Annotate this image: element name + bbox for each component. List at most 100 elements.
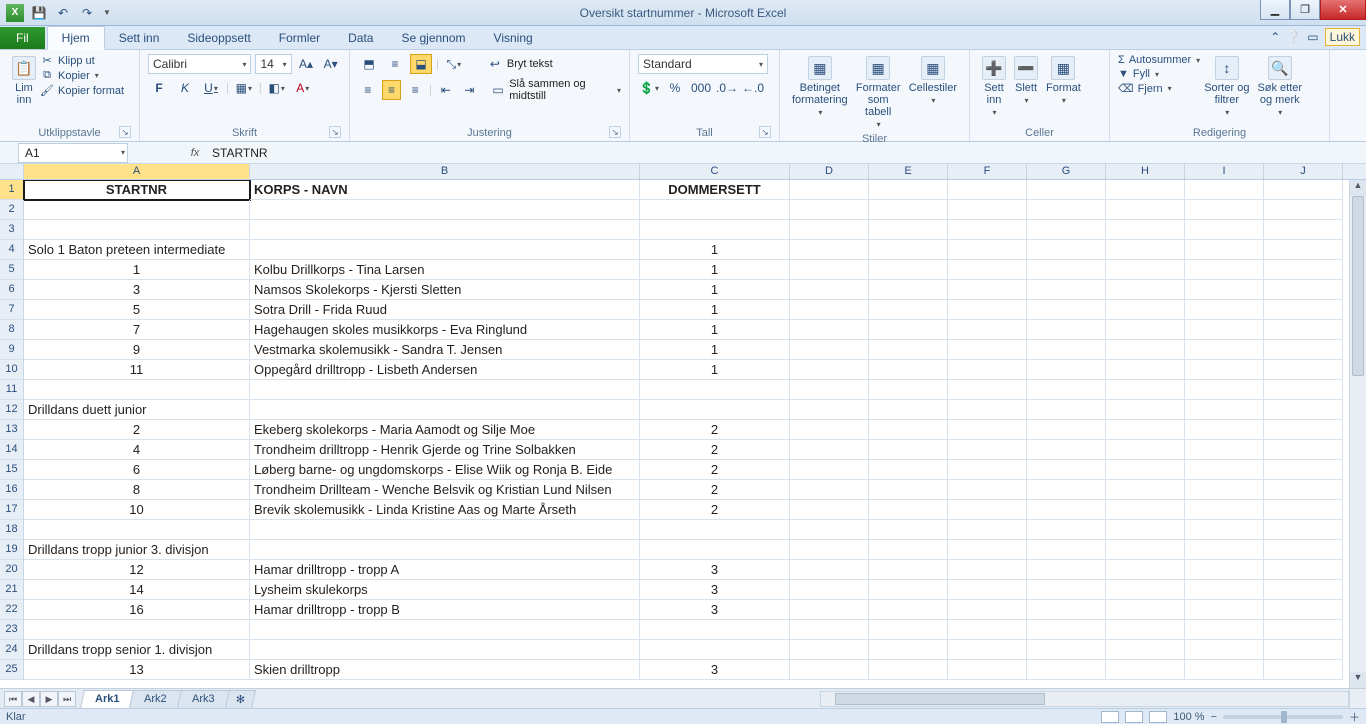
cell[interactable]	[869, 260, 948, 280]
maximize-button[interactable]	[1290, 0, 1320, 20]
decrease-decimal-icon[interactable]: ←.0	[742, 78, 764, 98]
row-header[interactable]: 20	[0, 560, 24, 580]
cell[interactable]	[869, 500, 948, 520]
cell[interactable]	[790, 400, 869, 420]
merge-center-button[interactable]: Slå sammen og midtstill	[509, 78, 612, 102]
sheet-nav-last[interactable]: ⏭	[58, 691, 76, 707]
cell[interactable]: 1	[24, 260, 250, 280]
row-header[interactable]: 16	[0, 480, 24, 500]
align-center-icon[interactable]: ≡	[382, 80, 402, 100]
cell[interactable]	[1185, 560, 1264, 580]
cell[interactable]	[790, 540, 869, 560]
cell[interactable]	[948, 360, 1027, 380]
cell[interactable]	[1027, 560, 1106, 580]
row-header[interactable]: 24	[0, 640, 24, 660]
row-header[interactable]: 13	[0, 420, 24, 440]
cell[interactable]: 9	[24, 340, 250, 360]
cell[interactable]	[250, 520, 640, 540]
cell[interactable]: Trondheim drilltropp - Henrik Gjerde og …	[250, 440, 640, 460]
format-cells-button[interactable]: ▦Format▾	[1042, 54, 1085, 119]
cell[interactable]: Brevik skolemusikk - Linda Kristine Aas …	[250, 500, 640, 520]
cell[interactable]	[869, 460, 948, 480]
align-top-icon[interactable]: ⬒	[358, 54, 380, 74]
cell[interactable]: 12	[24, 560, 250, 580]
row-header[interactable]: 14	[0, 440, 24, 460]
cell[interactable]	[250, 220, 640, 240]
cell[interactable]	[869, 400, 948, 420]
row-header[interactable]: 22	[0, 600, 24, 620]
cell[interactable]	[1106, 280, 1185, 300]
cell[interactable]: 3	[640, 560, 790, 580]
cell[interactable]	[948, 480, 1027, 500]
cell[interactable]: 2	[640, 480, 790, 500]
tab-formulas[interactable]: Formler	[265, 27, 334, 49]
cell[interactable]: 2	[24, 420, 250, 440]
cell[interactable]	[790, 480, 869, 500]
cell[interactable]	[640, 400, 790, 420]
cell[interactable]	[790, 520, 869, 540]
font-name-combo[interactable]: Calibri▾	[148, 54, 251, 74]
cell[interactable]: 3	[24, 280, 250, 300]
cell[interactable]	[948, 320, 1027, 340]
cell[interactable]: 5	[24, 300, 250, 320]
row-header[interactable]: 1	[0, 180, 24, 200]
cell[interactable]: 3	[640, 600, 790, 620]
cell[interactable]: 3	[640, 580, 790, 600]
cell[interactable]	[869, 360, 948, 380]
cell[interactable]	[640, 640, 790, 660]
row-header[interactable]: 19	[0, 540, 24, 560]
clipboard-dialog-launcher[interactable]: ↘	[119, 126, 131, 138]
cell[interactable]: 3	[640, 660, 790, 680]
cell[interactable]	[790, 640, 869, 660]
col-header-d[interactable]: D	[790, 164, 869, 179]
hscroll-thumb[interactable]	[835, 693, 1045, 705]
name-box[interactable]: A1▾	[18, 143, 128, 163]
border-button[interactable]: ▦▾	[233, 78, 255, 98]
cell[interactable]	[1185, 300, 1264, 320]
row-header[interactable]: 5	[0, 260, 24, 280]
cell[interactable]	[1185, 460, 1264, 480]
cell[interactable]	[790, 460, 869, 480]
cell[interactable]	[250, 240, 640, 260]
cell[interactable]	[1185, 320, 1264, 340]
scroll-down-icon[interactable]: ▼	[1350, 672, 1366, 688]
row-header[interactable]: 23	[0, 620, 24, 640]
cell[interactable]: Ekeberg skolekorps - Maria Aamodt og Sil…	[250, 420, 640, 440]
cell[interactable]	[1185, 220, 1264, 240]
cell[interactable]	[948, 220, 1027, 240]
number-format-combo[interactable]: Standard▾	[638, 54, 768, 74]
cell[interactable]	[1264, 360, 1343, 380]
align-right-icon[interactable]: ≡	[405, 80, 425, 100]
row-header[interactable]: 8	[0, 320, 24, 340]
cell[interactable]	[1185, 340, 1264, 360]
cell[interactable]	[948, 440, 1027, 460]
sheet-nav-prev[interactable]: ◀	[22, 691, 40, 707]
cell[interactable]	[948, 240, 1027, 260]
sort-filter-button[interactable]: ↕Sorter og filtrer▾	[1200, 54, 1253, 119]
cell[interactable]	[1027, 360, 1106, 380]
cell[interactable]	[1106, 520, 1185, 540]
cell[interactable]	[948, 280, 1027, 300]
cell[interactable]	[790, 660, 869, 680]
cell[interactable]	[640, 380, 790, 400]
cell[interactable]: Drilldans tropp senior 1. divisjon	[24, 640, 250, 660]
cell[interactable]	[869, 560, 948, 580]
cell[interactable]	[250, 400, 640, 420]
cell[interactable]	[1264, 660, 1343, 680]
view-page-break-icon[interactable]	[1149, 711, 1167, 723]
cell[interactable]	[1027, 440, 1106, 460]
row-header[interactable]: 4	[0, 240, 24, 260]
cell[interactable]: 1	[640, 320, 790, 340]
cell[interactable]: Løberg barne- og ungdomskorps - Elise Wi…	[250, 460, 640, 480]
cell[interactable]	[948, 300, 1027, 320]
cell[interactable]: Trondheim Drillteam - Wenche Belsvik og …	[250, 480, 640, 500]
cell[interactable]	[1027, 480, 1106, 500]
cell[interactable]	[1027, 340, 1106, 360]
cell[interactable]	[1106, 560, 1185, 580]
cell[interactable]: KORPS - NAVN	[250, 180, 640, 200]
cell[interactable]	[1264, 320, 1343, 340]
cell[interactable]	[1264, 600, 1343, 620]
cell[interactable]	[24, 380, 250, 400]
col-header-c[interactable]: C	[640, 164, 790, 179]
cell[interactable]	[790, 340, 869, 360]
